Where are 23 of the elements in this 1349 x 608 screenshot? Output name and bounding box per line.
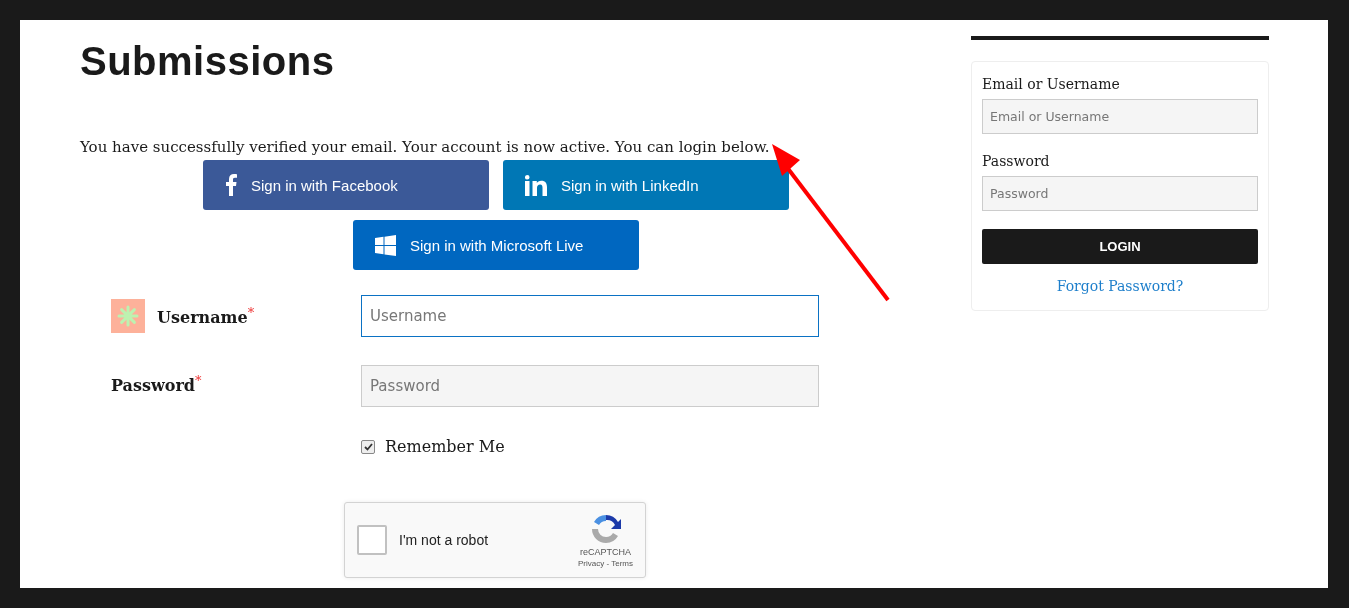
remember-checkbox[interactable] [361,439,375,454]
success-message: You have successfully verified your email. Your account is now active. You can login below. [80,137,771,158]
field-label: Password$^{*}$ [111,372,202,396]
captcha-label: I'm not a robot [399,532,490,548]
captcha-checkbox[interactable] [357,525,387,555]
social-login-button[interactable]: Sign in with LinkedIn [503,160,789,210]
linkedin-icon [525,174,547,196]
social-login-button[interactable]: Sign in with Microsoft Live [353,220,639,270]
text-field[interactable]: Username [361,295,819,337]
forgot-password-link[interactable]: Forgot Password? [1056,278,1184,294]
field-label: Username$^{*}$ [157,304,255,328]
field-label: Password [982,153,1051,169]
recaptcha-logo-icon [589,512,622,545]
login-button[interactable]: LOGIN [982,229,1258,264]
checkbox-label: Remember Me [385,437,505,456]
page-title: Submissions [80,38,336,84]
windows-icon [375,234,396,256]
captcha-brand: reCAPTCHA [580,546,631,557]
facebook-icon [225,174,237,196]
privacy-terms-links[interactable]: Privacy - Terms [578,558,633,568]
social-login-button[interactable]: Sign in with Facebook [203,160,489,210]
avatar-icon [111,299,145,333]
field-label: Email or Username [982,76,1121,92]
